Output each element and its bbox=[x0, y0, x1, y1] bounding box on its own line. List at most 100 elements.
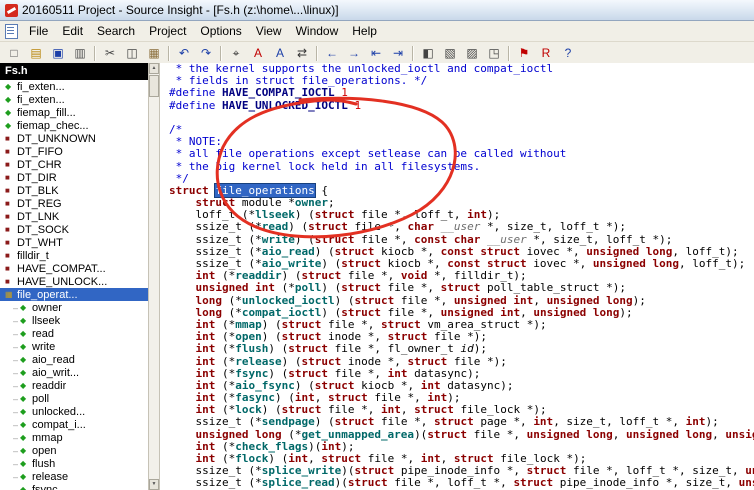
symbol-item-DT_UNKNOWN[interactable]: ■ DT_UNKNOWN bbox=[0, 132, 148, 145]
bookmark-button[interactable]: ⚑ bbox=[513, 43, 535, 63]
document-icon[interactable] bbox=[5, 23, 18, 39]
tree-dash: – bbox=[13, 341, 19, 352]
undo-button[interactable]: ↶ bbox=[173, 43, 195, 63]
symbol-item-release[interactable]: – ◆ release bbox=[0, 470, 148, 483]
search-button[interactable]: ⌖ bbox=[225, 43, 247, 63]
symbol-item-fiemap_chec[interactable]: ◆ fiemap_chec... bbox=[0, 119, 148, 132]
member-icon: ◆ bbox=[20, 458, 27, 468]
cut-button[interactable]: ✂ bbox=[99, 43, 121, 63]
symbol-item-filldir_t[interactable]: ■ filldir_t bbox=[0, 249, 148, 262]
symbol-item-DT_WHT[interactable]: ■ DT_WHT bbox=[0, 236, 148, 249]
browse-symbols-button[interactable]: R bbox=[535, 43, 557, 63]
symbol-item-DT_SOCK[interactable]: ■ DT_SOCK bbox=[0, 223, 148, 236]
symbol-label: unlocked... bbox=[32, 405, 86, 418]
symbol-label: DT_DIR bbox=[17, 171, 57, 184]
menu-help[interactable]: Help bbox=[345, 22, 384, 40]
menu-project[interactable]: Project bbox=[142, 22, 193, 40]
menu-file[interactable]: File bbox=[22, 22, 55, 40]
symbol-item-file_operat[interactable]: ▦ file_operat... bbox=[0, 288, 148, 301]
symbol-panel: Fs.h ◆ fi_exten... ◆ fi_exten... ◆ fiemap_fil… bbox=[0, 63, 148, 490]
scrollbar-up-arrow[interactable]: ▲ bbox=[149, 63, 159, 74]
print-button[interactable]: ▥ bbox=[69, 43, 91, 63]
symbol-label: open bbox=[32, 444, 57, 457]
symbol-item-llseek[interactable]: – ◆ llseek bbox=[0, 314, 148, 327]
open-file-button[interactable]: ▤ bbox=[25, 43, 47, 63]
symbol-item-DT_BLK[interactable]: ■ DT_BLK bbox=[0, 184, 148, 197]
jump-next-button[interactable]: ⇥ bbox=[387, 43, 409, 63]
save-file-button[interactable]: ▣ bbox=[47, 43, 69, 63]
define-icon: ■ bbox=[5, 133, 10, 143]
code-line: * the big kernel lock held in all filesy… bbox=[169, 159, 481, 173]
symbol-item-owner[interactable]: – ◆ owner bbox=[0, 301, 148, 314]
member-icon: ◆ bbox=[20, 328, 27, 338]
new-file-button[interactable]: □ bbox=[3, 43, 25, 63]
search-word-button[interactable]: A bbox=[247, 43, 269, 63]
symbol-item-unlocked[interactable]: – ◆ unlocked... bbox=[0, 405, 148, 418]
symbol-window-button[interactable]: ◧ bbox=[417, 43, 439, 63]
code-line: /* bbox=[169, 122, 183, 136]
replace-icon: ⇄ bbox=[296, 46, 308, 60]
project-window-button[interactable]: ▧ bbox=[439, 43, 461, 63]
editor[interactable]: * the kernel supports the unlocked_ioctl… bbox=[160, 63, 754, 490]
symbol-item-aio_read[interactable]: – ◆ aio_read bbox=[0, 353, 148, 366]
member-icon: ◆ bbox=[20, 367, 27, 377]
symbol-item-DT_CHR[interactable]: ■ DT_CHR bbox=[0, 158, 148, 171]
symbol-item-fiemap_fill[interactable]: ◆ fiemap_fill... bbox=[0, 106, 148, 119]
symbol-item-fsync[interactable]: – ◆ fsync... bbox=[0, 483, 148, 490]
jump-previous-button[interactable]: ⇤ bbox=[365, 43, 387, 63]
toolbar-separator bbox=[168, 45, 170, 61]
scrollbar-thumb[interactable] bbox=[149, 75, 159, 97]
symbol-label: read bbox=[32, 327, 55, 340]
paste-button[interactable]: ▦ bbox=[143, 43, 165, 63]
menu-view[interactable]: View bbox=[249, 22, 289, 40]
symbol-item-write[interactable]: – ◆ write bbox=[0, 340, 148, 353]
symbol-item-open[interactable]: – ◆ open bbox=[0, 444, 148, 457]
symbol-item-poll[interactable]: – ◆ poll bbox=[0, 392, 148, 405]
help-button[interactable]: ? bbox=[557, 43, 579, 63]
tree-dash: – bbox=[13, 302, 19, 313]
menu-window[interactable]: Window bbox=[289, 22, 346, 40]
window-title: 20160511 Project - Source Insight - [Fs.… bbox=[22, 3, 339, 17]
go-forward-button[interactable]: → bbox=[343, 43, 365, 63]
relation-window-button[interactable]: ▨ bbox=[461, 43, 483, 63]
member-icon: ◆ bbox=[20, 432, 27, 442]
go-back-button[interactable]: ← bbox=[321, 43, 343, 63]
symbol-item-HAVE_COMPAT[interactable]: ■ HAVE_COMPAT... bbox=[0, 262, 148, 275]
symbol-item-DT_DIR[interactable]: ■ DT_DIR bbox=[0, 171, 148, 184]
new-file-icon: □ bbox=[10, 46, 18, 60]
symbol-scrollbar[interactable]: ▲ ▼ bbox=[148, 63, 160, 490]
menu-edit[interactable]: Edit bbox=[55, 22, 90, 40]
symbol-item-HAVE_UNLOCK[interactable]: ■ HAVE_UNLOCK... bbox=[0, 275, 148, 288]
define-icon: ■ bbox=[5, 159, 10, 169]
symbol-label: release bbox=[32, 470, 69, 483]
tree-dash: – bbox=[13, 419, 19, 430]
scrollbar-down-arrow[interactable]: ▼ bbox=[149, 479, 159, 490]
member-icon: ◆ bbox=[20, 393, 27, 403]
undo-icon: ↶ bbox=[178, 46, 190, 60]
symbol-label: HAVE_UNLOCK... bbox=[17, 275, 108, 288]
symbol-item-aio_writ[interactable]: – ◆ aio_writ... bbox=[0, 366, 148, 379]
symbol-item-DT_FIFO[interactable]: ■ DT_FIFO bbox=[0, 145, 148, 158]
symbol-item-flush[interactable]: – ◆ flush bbox=[0, 457, 148, 470]
search-files-button[interactable]: A bbox=[269, 43, 291, 63]
context-window-button[interactable]: ◳ bbox=[483, 43, 505, 63]
symbol-item-compat_i[interactable]: – ◆ compat_i... bbox=[0, 418, 148, 431]
help-icon: ? bbox=[564, 46, 572, 60]
symbol-item-read[interactable]: – ◆ read bbox=[0, 327, 148, 340]
symbol-item-DT_LNK[interactable]: ■ DT_LNK bbox=[0, 210, 148, 223]
redo-button[interactable]: ↷ bbox=[195, 43, 217, 63]
copy-button[interactable]: ◫ bbox=[121, 43, 143, 63]
symbol-item-fi_exten[interactable]: ◆ fi_exten... bbox=[0, 80, 148, 93]
symbol-item-readdir[interactable]: – ◆ readdir bbox=[0, 379, 148, 392]
symbol-label: HAVE_COMPAT... bbox=[17, 262, 106, 275]
symbol-item-mmap[interactable]: – ◆ mmap bbox=[0, 431, 148, 444]
replace-button[interactable]: ⇄ bbox=[291, 43, 313, 63]
project-window-icon: ▧ bbox=[444, 46, 456, 60]
search-icon: ⌖ bbox=[232, 46, 240, 60]
menu-search[interactable]: Search bbox=[90, 22, 142, 40]
symbol-item-DT_REG[interactable]: ■ DT_REG bbox=[0, 197, 148, 210]
define-icon: ■ bbox=[5, 172, 10, 182]
symbol-panel-title: Fs.h bbox=[5, 65, 28, 77]
symbol-item-fi_exten[interactable]: ◆ fi_exten... bbox=[0, 93, 148, 106]
menu-options[interactable]: Options bbox=[193, 22, 248, 40]
